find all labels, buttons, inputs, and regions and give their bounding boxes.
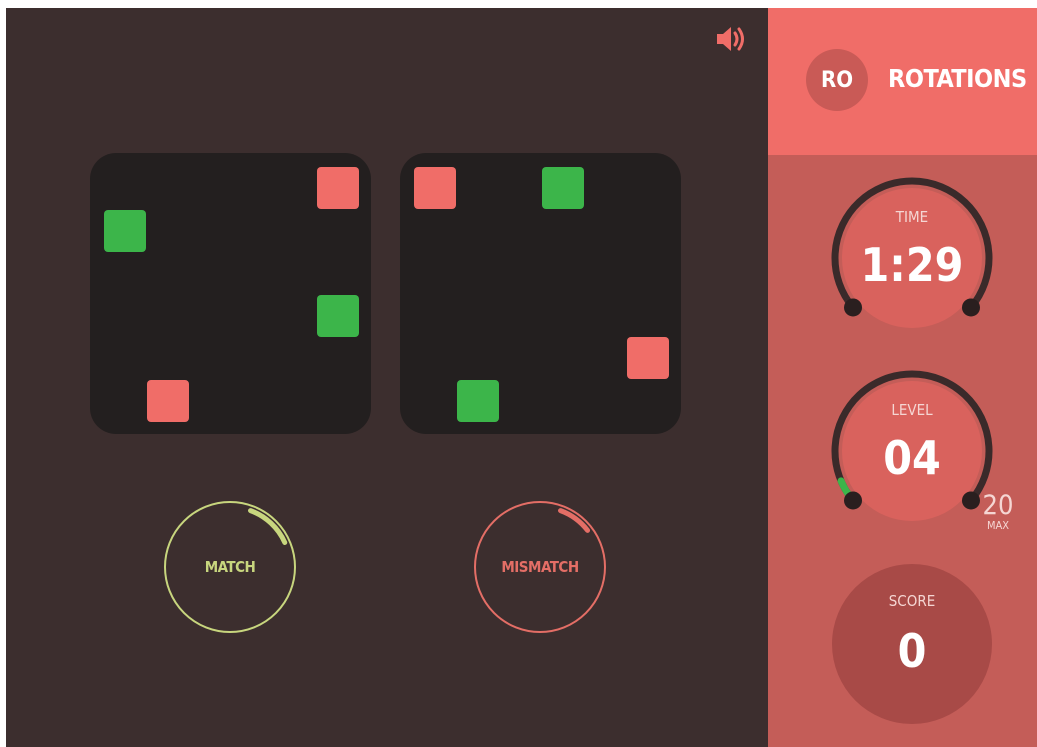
brand-badge: RO — [806, 49, 868, 111]
red-tile — [414, 167, 456, 209]
level-max-value: 20 — [982, 490, 1014, 521]
brand-title: ROTATIONS — [888, 64, 1027, 93]
match-button[interactable]: MATCH — [163, 500, 297, 634]
green-tile — [456, 379, 499, 422]
sound-toggle[interactable] — [714, 24, 750, 54]
time-label: TIME — [895, 208, 929, 226]
level-max: 20 MAX — [974, 492, 1022, 532]
score-dial: SCORE 0 — [830, 562, 994, 726]
sidebar: RO ROTATIONS TIME 1:29 LEVEL 04 20 MAX S… — [768, 8, 1037, 747]
match-label: MATCH — [204, 558, 256, 576]
level-label: LEVEL — [891, 401, 933, 419]
speaker-icon — [717, 27, 744, 51]
score-value: 0 — [897, 624, 927, 678]
time-dial: TIME 1:29 — [830, 176, 994, 340]
green-tile — [104, 209, 146, 252]
red-tile — [146, 379, 189, 422]
level-max-label: MAX — [986, 519, 1010, 532]
brand-header: RO ROTATIONS — [768, 8, 1037, 155]
left-board — [90, 153, 371, 434]
green-tile — [316, 294, 359, 337]
level-value: 04 — [883, 431, 941, 485]
score-label: SCORE — [888, 592, 936, 610]
game-container: MATCH MISMATCH RO ROTATIONS TIME 1:29 LE… — [6, 8, 1037, 747]
play-area: MATCH MISMATCH — [6, 8, 768, 747]
time-value: 1:29 — [860, 238, 964, 292]
level-dial: LEVEL 04 — [830, 369, 994, 533]
right-board — [400, 153, 681, 434]
red-tile — [626, 337, 669, 379]
green-tile — [541, 167, 584, 209]
mismatch-button[interactable]: MISMATCH — [473, 500, 607, 634]
red-tile — [316, 167, 359, 209]
mismatch-label: MISMATCH — [501, 558, 579, 576]
